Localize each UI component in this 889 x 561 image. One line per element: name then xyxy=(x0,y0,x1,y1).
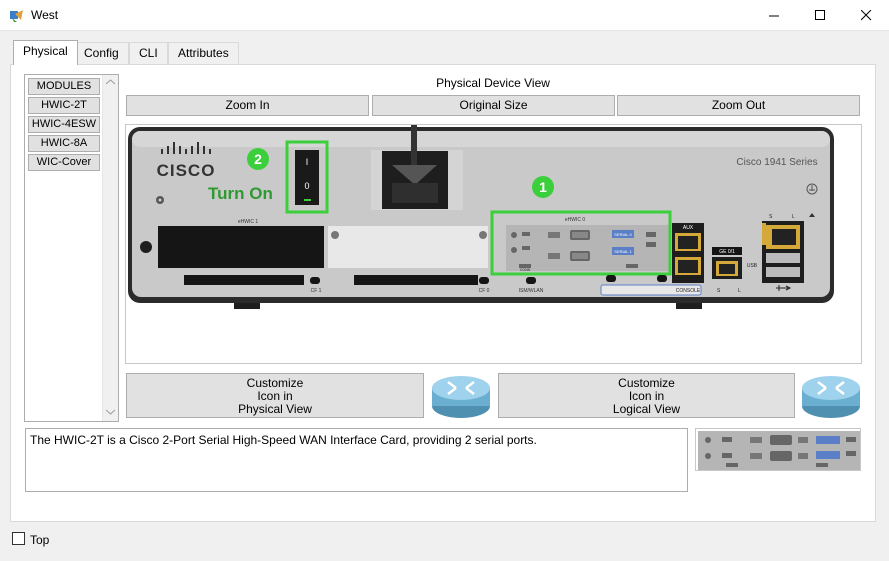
chassis-foot xyxy=(234,303,260,309)
slot-0-label: eHWIC 0 xyxy=(565,217,586,223)
module-description: The HWIC-2T is a Cisco 2-Port Serial Hig… xyxy=(25,428,688,492)
serial-port-1 xyxy=(570,251,590,261)
router-icon-logical xyxy=(802,376,860,418)
module-item-hwic-4esw[interactable]: HWIC-4ESW xyxy=(28,116,100,133)
cf-0-label: CF 0 xyxy=(479,288,490,294)
close-icon xyxy=(860,9,871,20)
usb-port-1 xyxy=(766,267,800,277)
original-size-button[interactable]: Original Size xyxy=(372,95,615,116)
module-list: MODULES HWIC-2T HWIC-4ESW HWIC-8A WIC-Co… xyxy=(24,74,119,422)
switch-off-symbol: 0 xyxy=(304,181,309,191)
aux-label: AUX xyxy=(683,225,694,231)
window-title: West xyxy=(31,8,59,22)
tab-attributes[interactable]: Attributes xyxy=(168,42,239,64)
title-bar: West xyxy=(0,0,889,31)
device-view[interactable]: CISCO Cisco 1941 Series I 0 2 Turn On eH… xyxy=(125,124,862,364)
ehwic-1-slot xyxy=(158,226,324,268)
ism-label: ISM/WLAN xyxy=(519,288,544,294)
physical-device-view-label: Physical Device View xyxy=(436,76,550,90)
tab-config[interactable]: Config xyxy=(74,42,129,64)
module-scrollbar[interactable] xyxy=(102,75,118,421)
scroll-up-icon[interactable] xyxy=(106,79,115,85)
tab-cli[interactable]: CLI xyxy=(129,42,168,64)
switch-on-symbol: I xyxy=(306,157,309,167)
model-label: Cisco 1941 Series xyxy=(736,157,817,168)
customize-physical-label: Customize Icon in Physical View xyxy=(238,376,312,416)
minimize-button[interactable] xyxy=(751,0,797,30)
customize-physical-button[interactable]: Customize Icon in Physical View xyxy=(126,373,424,418)
cf-0-slot xyxy=(354,275,478,285)
close-button[interactable] xyxy=(843,0,889,30)
callout-2-number: 2 xyxy=(254,151,262,167)
top-checkbox[interactable] xyxy=(12,532,25,545)
usb-label: USB xyxy=(747,263,758,269)
cf-1-slot xyxy=(184,275,304,285)
slot-1-label: eHWIC 1 xyxy=(238,219,259,225)
callout-1-number: 1 xyxy=(539,179,547,195)
serial-0-label: SERIAL 0 xyxy=(614,232,632,237)
cf-1-label: CF 1 xyxy=(311,288,322,294)
ge01-l-label: L xyxy=(738,288,741,294)
app-icon xyxy=(10,10,23,22)
module-item-hwic-2t[interactable]: HWIC-2T xyxy=(28,97,100,114)
customize-logical-label: Customize Icon in Logical View xyxy=(612,376,681,416)
module-item-hwic-8a[interactable]: HWIC-8A xyxy=(28,135,100,152)
cisco-wordmark: CISCO xyxy=(157,161,216,180)
usb-port-0 xyxy=(766,253,800,263)
serial-1-label: SERIAL 1 xyxy=(614,249,632,254)
module-thumbnail xyxy=(695,428,861,471)
conn-label: CONN xyxy=(520,268,531,272)
console-label: CONSOLE xyxy=(676,288,701,294)
module-item-modules[interactable]: MODULES xyxy=(28,78,100,95)
top-checkbox-label: Top xyxy=(30,533,50,547)
maximize-icon xyxy=(814,9,825,20)
ge01-label: GE 0/1 xyxy=(719,249,735,255)
zoom-in-button[interactable]: Zoom In xyxy=(126,95,369,116)
serial-port-0 xyxy=(570,230,590,240)
scroll-down-icon[interactable] xyxy=(106,409,115,415)
hwic-2t-thumbnail-graphic xyxy=(698,431,860,470)
router-chassis-graphic: CISCO Cisco 1941 Series I 0 2 Turn On eH… xyxy=(128,125,834,309)
maximize-button[interactable] xyxy=(797,0,843,30)
router-icon-physical xyxy=(432,376,490,418)
customize-logical-button[interactable]: Customize Icon in Logical View xyxy=(498,373,795,418)
minimize-icon xyxy=(768,15,779,16)
tab-physical[interactable]: Physical xyxy=(13,40,78,65)
ge00-l-label: L xyxy=(792,214,795,220)
turn-on-label: Turn On xyxy=(208,184,273,203)
blank-cover-plate xyxy=(328,226,488,268)
zoom-out-button[interactable]: Zoom Out xyxy=(617,95,860,116)
module-item-wic-cover[interactable]: WIC-Cover xyxy=(28,154,100,171)
chassis-foot xyxy=(676,303,702,309)
